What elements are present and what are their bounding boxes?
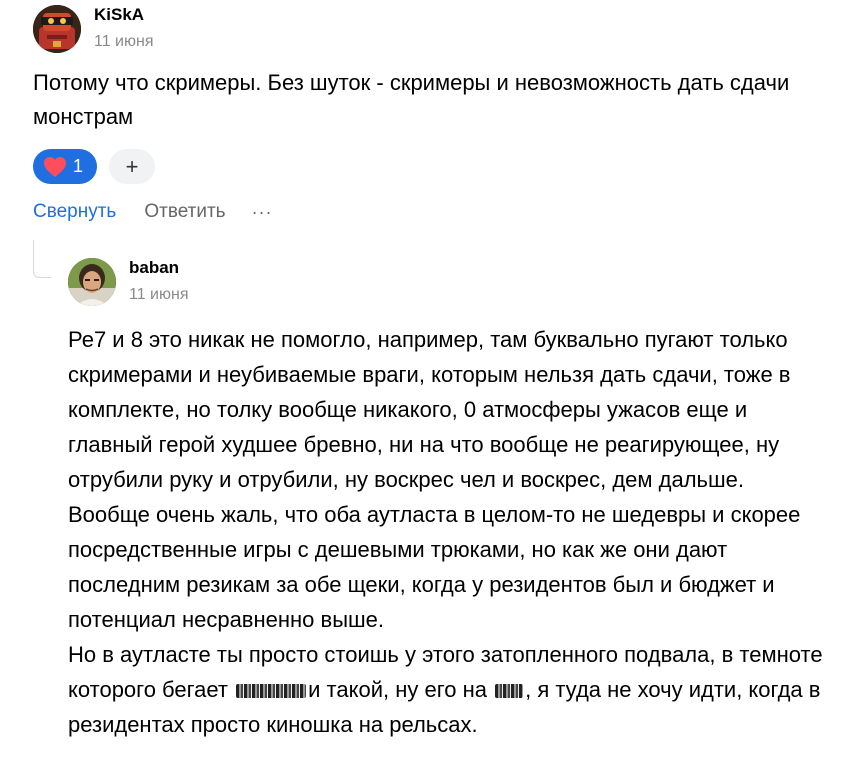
comment-meta: KiSkA 11 июня	[94, 4, 154, 53]
reply-author-name[interactable]: baban	[129, 257, 189, 279]
reactions-bar: 1 +	[33, 149, 156, 184]
reply-meta: baban 11 июня	[129, 257, 189, 306]
collapse-button[interactable]: Свернуть	[33, 201, 116, 223]
reply-date: 11 июня	[129, 286, 189, 303]
more-options-icon[interactable]: ···	[252, 202, 273, 223]
reply-paragraph-2: Но в аутласте ты просто стоишь у этого з…	[68, 637, 828, 742]
comment-date: 11 июня	[94, 33, 154, 50]
thread-connector	[33, 240, 51, 278]
avatar[interactable]	[33, 4, 81, 53]
robot-avatar-icon	[33, 4, 81, 53]
reply-paragraph-2-part-2: и такой, ну его на	[308, 677, 487, 702]
reply-header: baban 11 июня	[68, 257, 189, 306]
comments-page: KiSkA 11 июня Потому что скримеры. Без ш…	[0, 0, 862, 779]
add-reaction-button[interactable]: +	[109, 149, 156, 184]
heart-icon	[44, 156, 66, 177]
author-name[interactable]: KiSkA	[94, 4, 154, 26]
reply-text: Ре7 и 8 это никак не помогло, например, …	[68, 322, 828, 742]
comment-actions: Свернуть Ответить ···	[33, 201, 273, 223]
comment-header: KiSkA 11 июня	[33, 4, 154, 53]
reply-avatar[interactable]	[68, 257, 116, 306]
like-reaction-button[interactable]: 1	[33, 149, 98, 184]
person-avatar-icon	[68, 257, 116, 306]
reply-paragraph-1: Ре7 и 8 это никак не помогло, например, …	[68, 327, 801, 632]
comment-text: Потому что скримеры. Без шуток - скример…	[33, 70, 790, 129]
censored-word	[495, 684, 524, 699]
censored-word	[236, 684, 307, 699]
reply-button[interactable]: Ответить	[144, 201, 225, 223]
plus-icon: +	[125, 153, 139, 179]
like-count: 1	[73, 156, 84, 176]
